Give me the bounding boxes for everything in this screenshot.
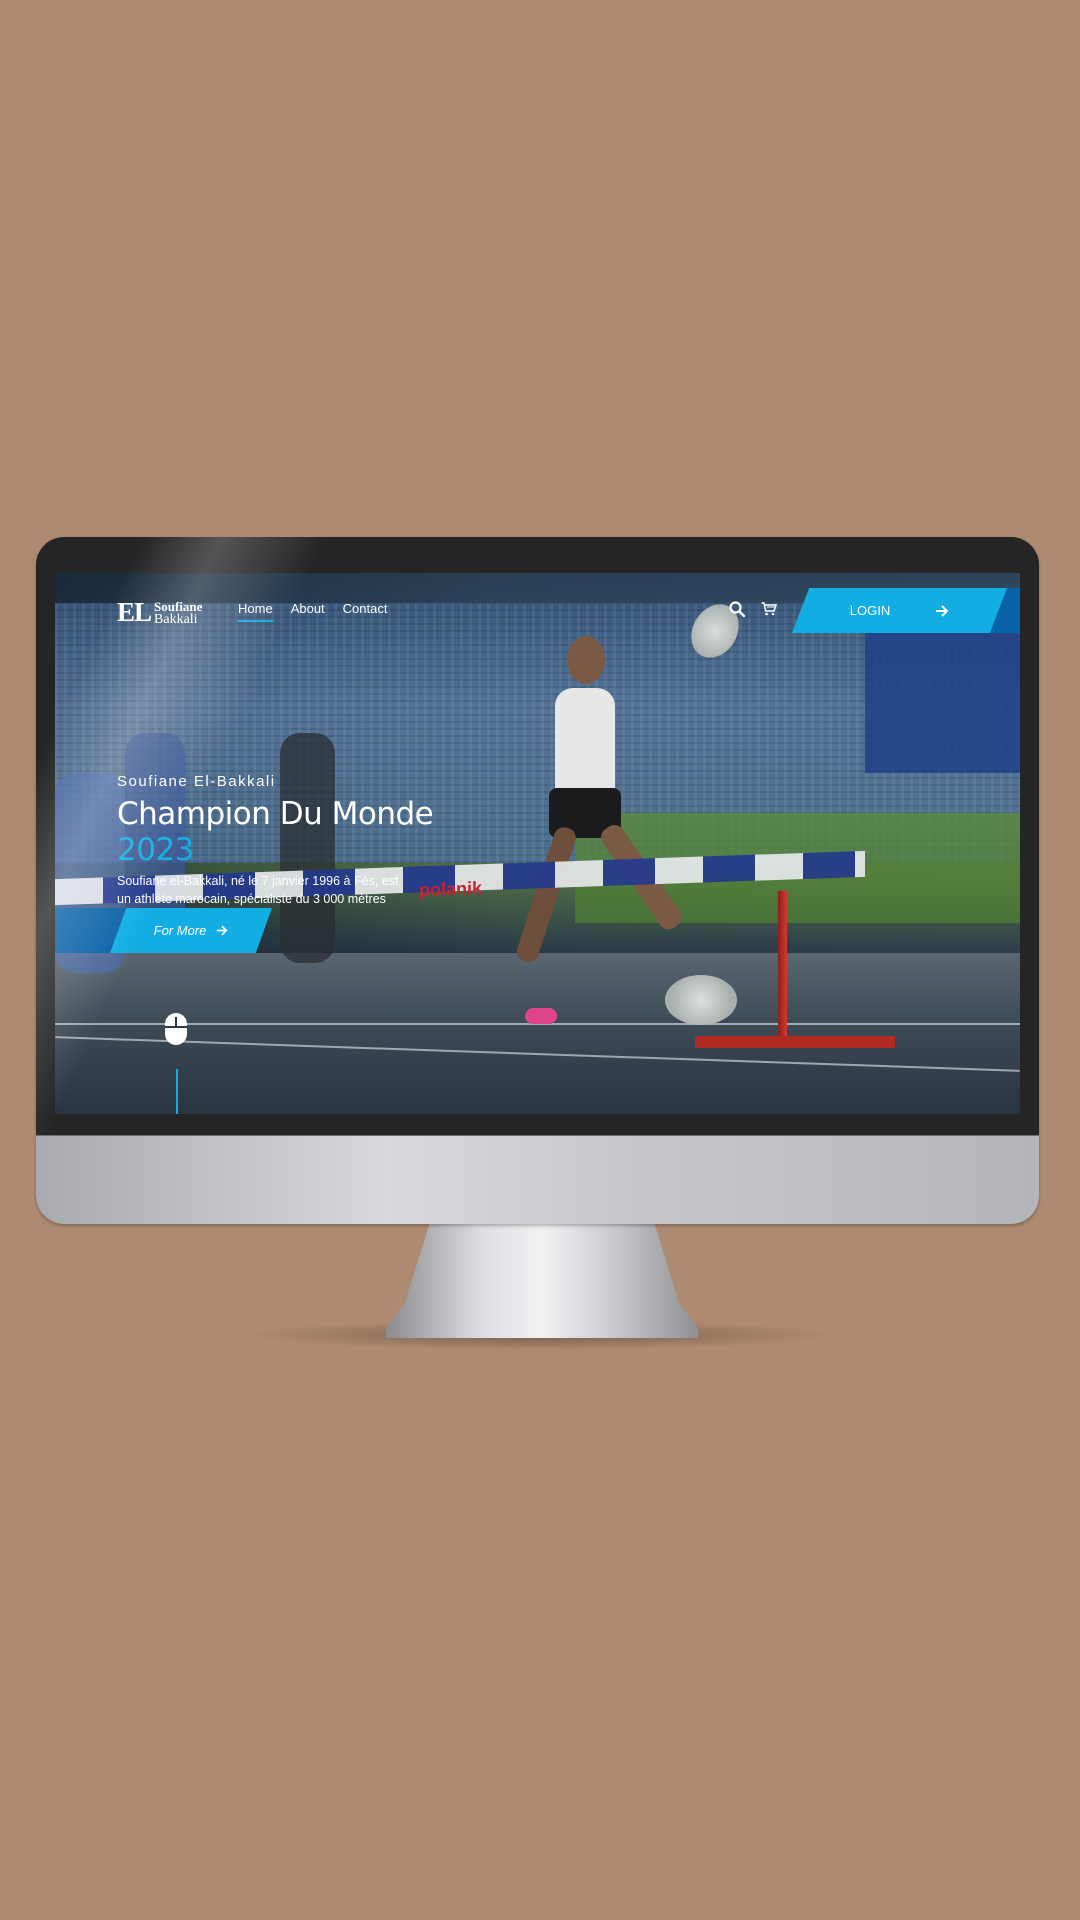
monitor-chin xyxy=(36,1135,1039,1224)
nav-link-about[interactable]: About xyxy=(291,601,325,622)
hurdle-post xyxy=(778,891,787,1041)
hero-title-main: Champion Du Monde xyxy=(117,796,434,832)
arrow-right-icon xyxy=(217,925,228,936)
nav-links: Home About Contact xyxy=(238,601,387,622)
nav-link-contact[interactable]: Contact xyxy=(343,601,388,622)
top-navigation: EL Soufiane Bakkali Home About Contact L… xyxy=(55,573,1020,633)
ground-microphone xyxy=(665,975,737,1025)
hero-kicker: Soufiane El-Bakkali xyxy=(117,773,276,790)
login-area: LOGIN xyxy=(792,588,1020,633)
logo-last-name: Bakkali xyxy=(154,611,198,627)
nav-link-home[interactable]: Home xyxy=(238,601,273,622)
hurdle-base xyxy=(695,1036,895,1048)
logo-name: Soufiane Bakkali xyxy=(154,598,203,627)
hero-title-year: 2023 xyxy=(117,832,194,868)
for-more-label: For More xyxy=(153,923,207,938)
cart-icon[interactable] xyxy=(761,602,777,616)
hero-title: Champion Du Monde 2023 xyxy=(117,796,437,868)
cta-area: For More xyxy=(55,908,272,953)
scroll-indicator-line xyxy=(176,1069,178,1114)
monitor-frame: polanik EL Soufiane Bakkali Home About C… xyxy=(36,537,1039,1224)
stadium-banner xyxy=(865,633,1020,773)
monitor-stand xyxy=(386,1223,698,1338)
athlete-figure xyxy=(514,628,686,1024)
logo-initials: EL xyxy=(117,597,152,627)
logo-first-name: Soufiane xyxy=(154,598,203,614)
site-logo[interactable]: EL Soufiane Bakkali xyxy=(117,597,202,628)
login-label: LOGIN xyxy=(849,603,891,618)
for-more-button[interactable]: For More xyxy=(110,908,272,953)
login-button[interactable]: LOGIN xyxy=(792,588,1007,633)
scroll-mouse-icon[interactable] xyxy=(165,1013,187,1045)
arrow-right-icon xyxy=(936,604,949,617)
search-icon[interactable] xyxy=(729,601,745,617)
website-screen: polanik EL Soufiane Bakkali Home About C… xyxy=(55,573,1020,1114)
hero-section: Soufiane El-Bakkali Champion Du Monde 20… xyxy=(117,773,437,926)
